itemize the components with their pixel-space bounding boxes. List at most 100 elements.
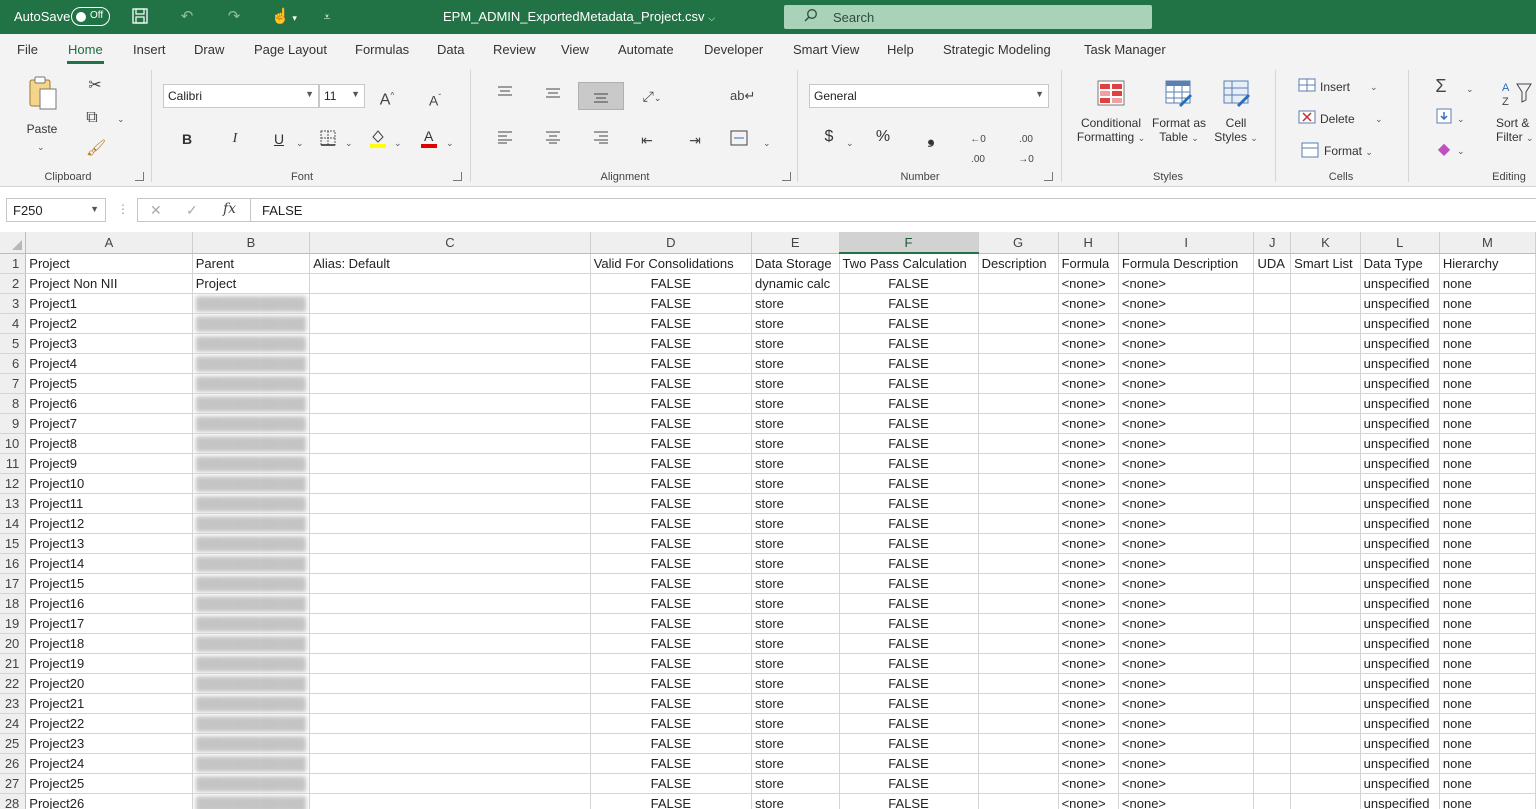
- column-header-e[interactable]: E: [751, 232, 840, 254]
- copy-icon[interactable]: ⧉: [83, 108, 101, 128]
- cell[interactable]: <none>: [1058, 533, 1119, 554]
- cell[interactable]: FALSE: [590, 373, 752, 394]
- paste-label[interactable]: Paste: [24, 122, 60, 136]
- column-header-f[interactable]: F: [839, 232, 979, 254]
- fill-color-dropdown-icon[interactable]: ⌄: [394, 136, 402, 150]
- cell[interactable]: store: [751, 593, 840, 614]
- cell[interactable]: none: [1439, 633, 1536, 654]
- column-header-d[interactable]: D: [590, 232, 752, 254]
- cell[interactable]: FALSE: [590, 633, 752, 654]
- cell[interactable]: [1290, 433, 1361, 454]
- cell[interactable]: none: [1439, 613, 1536, 634]
- delete-cells-icon[interactable]: [1297, 110, 1317, 130]
- cell[interactable]: <none>: [1058, 513, 1119, 534]
- cell[interactable]: Project18: [25, 633, 193, 654]
- cell[interactable]: unspecified: [1360, 433, 1440, 454]
- cell[interactable]: [1253, 753, 1292, 774]
- cell[interactable]: <none>: [1118, 333, 1255, 354]
- fill-icon[interactable]: [1434, 108, 1454, 130]
- bold-button[interactable]: B: [181, 132, 193, 146]
- cell[interactable]: UDA: [1253, 253, 1292, 274]
- cell[interactable]: Project5: [25, 373, 193, 394]
- cell[interactable]: [1253, 653, 1292, 674]
- cell[interactable]: [1290, 753, 1361, 774]
- cell[interactable]: none: [1439, 433, 1536, 454]
- cell[interactable]: store: [751, 493, 840, 514]
- tab-help[interactable]: Help: [887, 42, 914, 57]
- cell[interactable]: store: [751, 333, 840, 354]
- cell[interactable]: store: [751, 653, 840, 674]
- cell[interactable]: FALSE: [590, 313, 752, 334]
- cell[interactable]: Data Type: [1360, 253, 1440, 274]
- cell[interactable]: FALSE: [590, 513, 752, 534]
- cell[interactable]: store: [751, 793, 840, 809]
- column-header-i[interactable]: I: [1118, 232, 1255, 254]
- cell[interactable]: FALSE: [590, 293, 752, 314]
- tab-strategic-modeling[interactable]: Strategic Modeling: [943, 42, 1051, 57]
- cell[interactable]: [1290, 573, 1361, 594]
- cell-styles-icon[interactable]: [1222, 80, 1252, 108]
- cell[interactable]: Alias: Default: [309, 253, 591, 274]
- cell[interactable]: <none>: [1058, 733, 1119, 754]
- percent-button[interactable]: %: [874, 129, 892, 145]
- autosum-icon[interactable]: Σ: [1430, 76, 1452, 96]
- cell[interactable]: [1253, 433, 1292, 454]
- column-header-c[interactable]: C: [309, 232, 591, 254]
- cell[interactable]: Hierarchy: [1439, 253, 1536, 274]
- cell[interactable]: [309, 493, 591, 514]
- cell[interactable]: store: [751, 353, 840, 374]
- cell[interactable]: [978, 353, 1059, 374]
- cell[interactable]: FALSE: [590, 693, 752, 714]
- cell[interactable]: none: [1439, 453, 1536, 474]
- cell[interactable]: [1253, 453, 1292, 474]
- cell[interactable]: store: [751, 413, 840, 434]
- cell[interactable]: <none>: [1118, 613, 1255, 634]
- cell[interactable]: none: [1439, 373, 1536, 394]
- cell[interactable]: [309, 573, 591, 594]
- cell[interactable]: [1253, 573, 1292, 594]
- cell[interactable]: none: [1439, 513, 1536, 534]
- cell[interactable]: <none>: [1118, 773, 1255, 794]
- cell[interactable]: [1253, 273, 1292, 294]
- cell[interactable]: store: [751, 733, 840, 754]
- cell[interactable]: FALSE: [839, 733, 979, 754]
- cell[interactable]: [978, 753, 1059, 774]
- cell[interactable]: none: [1439, 733, 1536, 754]
- cell[interactable]: FALSE: [839, 393, 979, 414]
- cell[interactable]: none: [1439, 473, 1536, 494]
- row-header[interactable]: 21: [0, 653, 27, 674]
- cell[interactable]: [1253, 493, 1292, 514]
- cell[interactable]: FALSE: [839, 613, 979, 634]
- comma-button[interactable]: ❟: [924, 128, 938, 146]
- cell[interactable]: FALSE: [590, 793, 752, 809]
- cell[interactable]: [1290, 593, 1361, 614]
- cut-icon[interactable]: ✂: [86, 76, 104, 96]
- cell[interactable]: unspecified: [1360, 573, 1440, 594]
- cell[interactable]: [978, 373, 1059, 394]
- cell[interactable]: unspecified: [1360, 693, 1440, 714]
- merge-dropdown-icon[interactable]: ⌄: [763, 136, 771, 150]
- column-header-g[interactable]: G: [978, 232, 1059, 254]
- redacted-cell[interactable]: ████████████: [192, 433, 311, 454]
- cell[interactable]: Project8: [25, 433, 193, 454]
- cell[interactable]: Parent: [192, 253, 311, 274]
- cell[interactable]: FALSE: [839, 693, 979, 714]
- cell[interactable]: <none>: [1058, 453, 1119, 474]
- tab-task-manager[interactable]: Task Manager: [1084, 42, 1166, 57]
- cell[interactable]: store: [751, 313, 840, 334]
- row-header[interactable]: 27: [0, 773, 27, 794]
- row-header[interactable]: 16: [0, 553, 27, 574]
- cell[interactable]: [978, 333, 1059, 354]
- cell[interactable]: <none>: [1058, 773, 1119, 794]
- cell[interactable]: [309, 453, 591, 474]
- cell[interactable]: [1253, 413, 1292, 434]
- cell[interactable]: FALSE: [590, 273, 752, 294]
- cell[interactable]: store: [751, 573, 840, 594]
- cell[interactable]: <none>: [1058, 593, 1119, 614]
- cell[interactable]: FALSE: [839, 773, 979, 794]
- name-box[interactable]: F250 ▼: [6, 198, 106, 222]
- row-header[interactable]: 23: [0, 693, 27, 714]
- redacted-cell[interactable]: ████████████: [192, 673, 311, 694]
- row-header[interactable]: 8: [0, 393, 27, 414]
- cell[interactable]: FALSE: [839, 793, 979, 809]
